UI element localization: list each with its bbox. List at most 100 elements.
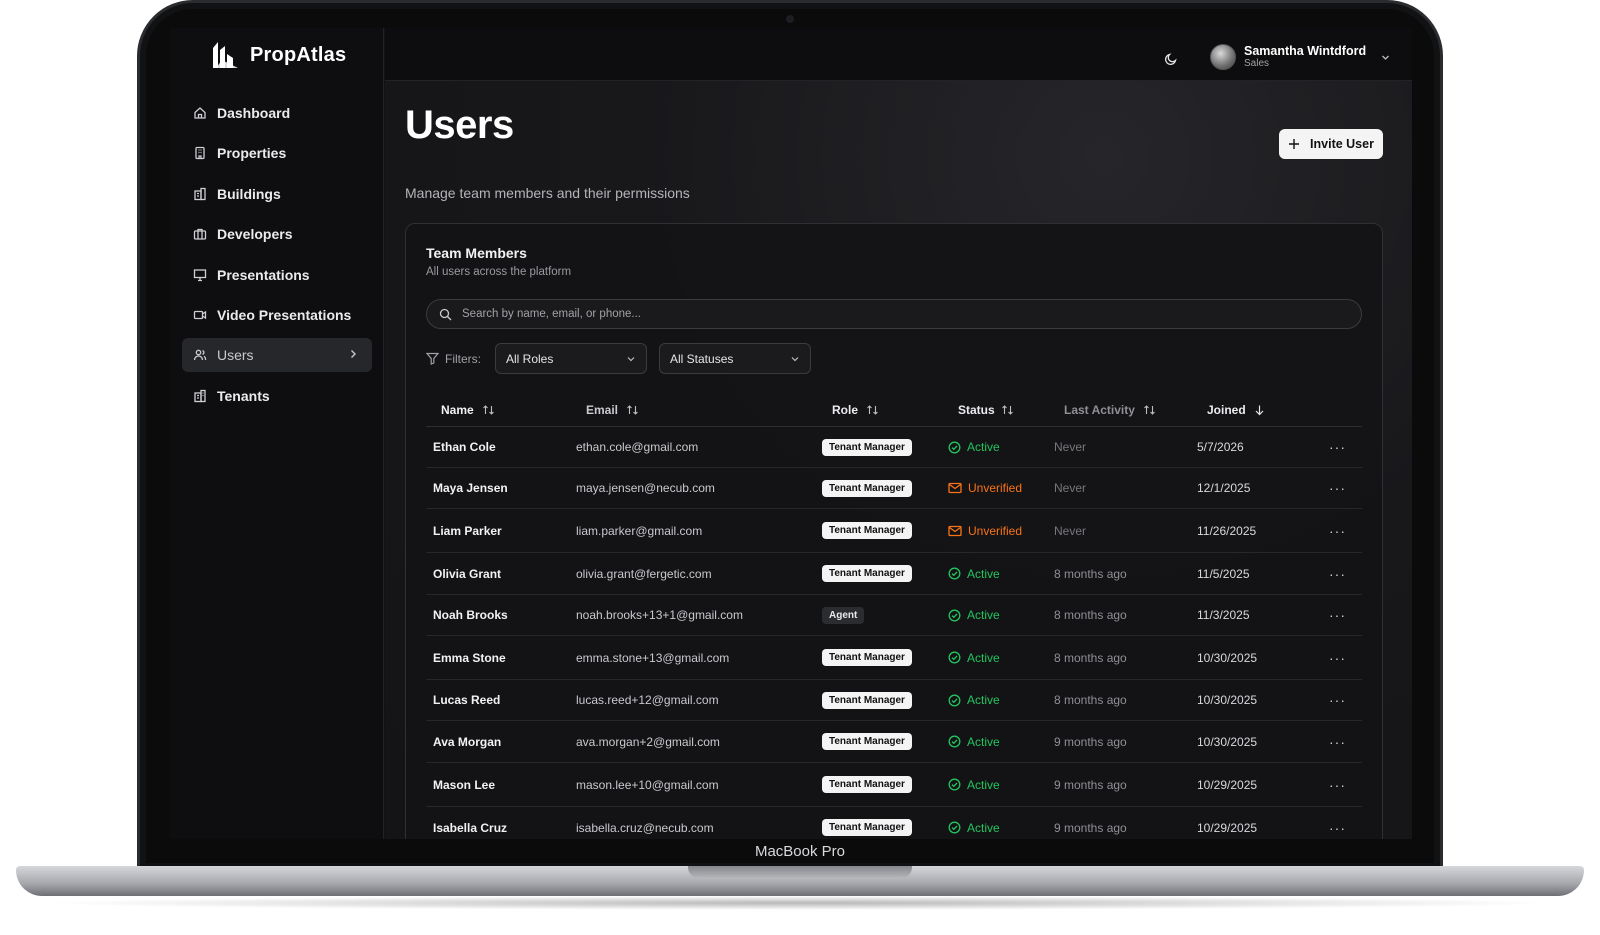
table-row[interactable]: Emma Stone emma.stone+13@gmail.com Tenant … (426, 636, 1362, 680)
plus-icon (1289, 139, 1300, 149)
column-header-name[interactable]: Name (426, 403, 576, 417)
sort-icon (867, 405, 878, 415)
sidebar-item-dashboard[interactable]: Dashboard (182, 96, 372, 130)
search-bar[interactable] (426, 299, 1362, 329)
chevron-down-icon (1382, 55, 1390, 60)
theme-toggle-moon-icon[interactable] (1164, 52, 1178, 66)
status-cell: Active (948, 651, 1054, 665)
sidebar-item-properties[interactable]: Properties (182, 136, 372, 170)
check-circle-icon (948, 778, 961, 791)
last-activity-cell: Never (1054, 481, 1087, 495)
invite-user-label: Invite User (1310, 137, 1374, 151)
mail-icon (948, 482, 962, 494)
invite-user-button[interactable]: Invite User (1279, 129, 1383, 159)
chevron-down-icon (791, 356, 799, 361)
role-cell: Tenant Manager (822, 565, 948, 582)
user-name-cell: Ethan Cole (433, 440, 496, 454)
check-circle-icon (948, 609, 961, 621)
screen: PropAtlas Dashboard Properties Buildings… (170, 28, 1412, 839)
user-menu[interactable]: Samantha Wintdford Sales (1210, 44, 1391, 70)
row-actions-more-icon[interactable]: ··· (1313, 777, 1362, 793)
column-header-status[interactable]: Status (948, 403, 1054, 417)
joined-cell: 5/7/2026 (1197, 440, 1244, 454)
users-icon (193, 348, 207, 362)
sidebar-item-buildings[interactable]: Buildings (182, 177, 372, 211)
buildings-icon (193, 187, 207, 201)
user-email-cell: olivia.grant@fergetic.com (576, 566, 712, 581)
table-row[interactable]: Isabella Cruz isabella.cruz@necub.com Tena… (426, 807, 1362, 839)
sidebar-item-label: Users (217, 347, 254, 364)
last-activity-cell: 9 months ago (1054, 734, 1127, 749)
sidebar-item-label: Video Presentations (217, 306, 352, 323)
sidebar-item-label: Developers (217, 226, 293, 243)
status-badge: Unverified (968, 523, 1023, 538)
filters-label: Filters: (445, 351, 481, 366)
joined-cell: 11/26/2025 (1197, 523, 1257, 538)
search-input[interactable] (462, 308, 1322, 320)
status-cell: Active (948, 608, 1054, 622)
table-row[interactable]: Lucas Reed lucas.reed+12@gmail.com Tenant … (426, 680, 1362, 721)
sidebar-nav: Dashboard Properties Buildings Developer… (182, 96, 372, 419)
table-row[interactable]: Ava Morgan ava.morgan+2@gmail.com Tenant M… (426, 721, 1362, 763)
sidebar-item-presentations[interactable]: Presentations (182, 258, 372, 292)
role-badge: Tenant Manager (822, 438, 912, 456)
row-actions-more-icon[interactable]: ··· (1313, 692, 1362, 708)
row-actions-more-icon[interactable]: ··· (1313, 566, 1362, 582)
user-name-cell: Mason Lee (433, 777, 496, 792)
table-row[interactable]: Maya Jensen maya.jensen@necub.com Tenant M… (426, 468, 1362, 509)
status-filter-select[interactable]: All Statuses (659, 343, 811, 374)
sidebar-item-label: Buildings (217, 185, 281, 202)
check-circle-icon (948, 821, 961, 834)
status-cell: Active (948, 693, 1054, 707)
row-actions-more-icon[interactable]: ··· (1313, 607, 1362, 623)
table-row[interactable]: Olivia Grant olivia.grant@fergetic.com Ten… (426, 553, 1362, 595)
user-name-cell: Ava Morgan (433, 734, 502, 749)
card-subtitle: All users across the platform (426, 266, 572, 278)
row-actions-more-icon[interactable]: ··· (1313, 480, 1362, 496)
table-row[interactable]: Ethan Cole ethan.cole@gmail.com Tenant Man… (426, 427, 1362, 468)
sidebar-item-tenants[interactable]: Tenants (182, 379, 372, 413)
table-row[interactable]: Mason Lee mason.lee+10@gmail.com Tenant Ma… (426, 763, 1362, 807)
table-row[interactable]: Noah Brooks noah.brooks+13+1@gmail.com Age… (426, 595, 1362, 636)
search-icon (439, 308, 452, 320)
check-circle-icon (948, 694, 961, 706)
table-row[interactable]: Liam Parker liam.parker@gmail.com Tenant M… (426, 509, 1362, 553)
last-activity-cell: 9 months ago (1054, 777, 1127, 792)
presentation-icon (193, 268, 207, 282)
column-header-role[interactable]: Role (822, 403, 948, 417)
row-actions-more-icon[interactable]: ··· (1313, 650, 1362, 666)
sidebar: PropAtlas Dashboard Properties Buildings… (170, 28, 384, 839)
app-name: PropAtlas (250, 43, 347, 66)
chevron-down-icon (627, 356, 635, 361)
brand[interactable]: PropAtlas (210, 38, 346, 72)
role-cell: Tenant Manager (822, 438, 948, 456)
column-header-email[interactable]: Email (576, 403, 822, 417)
team-members-card: Team Members All users across the platfo… (405, 223, 1383, 839)
column-label: Joined (1207, 403, 1246, 417)
status-badge: Active (967, 693, 1000, 707)
top-bar: Samantha Wintdford Sales (385, 28, 1412, 81)
main-content: Users Manage team members and their perm… (385, 81, 1412, 839)
page-subtitle: Manage team members and their permission… (405, 185, 690, 201)
sidebar-item-users[interactable]: Users (182, 338, 372, 373)
status-cell: Unverified (948, 524, 1054, 538)
sidebar-item-video-presentations[interactable]: Video Presentations (182, 298, 372, 332)
sidebar-item-label: Presentations (217, 266, 310, 283)
status-badge: Active (967, 777, 1000, 792)
status-cell: Active (948, 778, 1054, 792)
row-actions-more-icon[interactable]: ··· (1313, 820, 1362, 836)
role-cell: Tenant Manager (822, 522, 948, 539)
mail-icon (948, 525, 962, 536)
row-actions-more-icon[interactable]: ··· (1313, 734, 1362, 750)
sidebar-item-developers[interactable]: Developers (182, 217, 372, 251)
role-cell: Tenant Manager (822, 479, 948, 497)
user-email-cell: maya.jensen@necub.com (576, 481, 715, 495)
role-filter-select[interactable]: All Roles (495, 343, 647, 374)
column-header-last-activity[interactable]: Last Activity (1054, 403, 1197, 417)
row-actions-more-icon[interactable]: ··· (1313, 439, 1362, 455)
column-header-joined[interactable]: Joined (1197, 403, 1313, 417)
role-badge: Tenant Manager (822, 479, 912, 497)
page-title: Users (405, 103, 514, 147)
row-actions-more-icon[interactable]: ··· (1313, 523, 1362, 539)
avatar (1210, 44, 1236, 70)
